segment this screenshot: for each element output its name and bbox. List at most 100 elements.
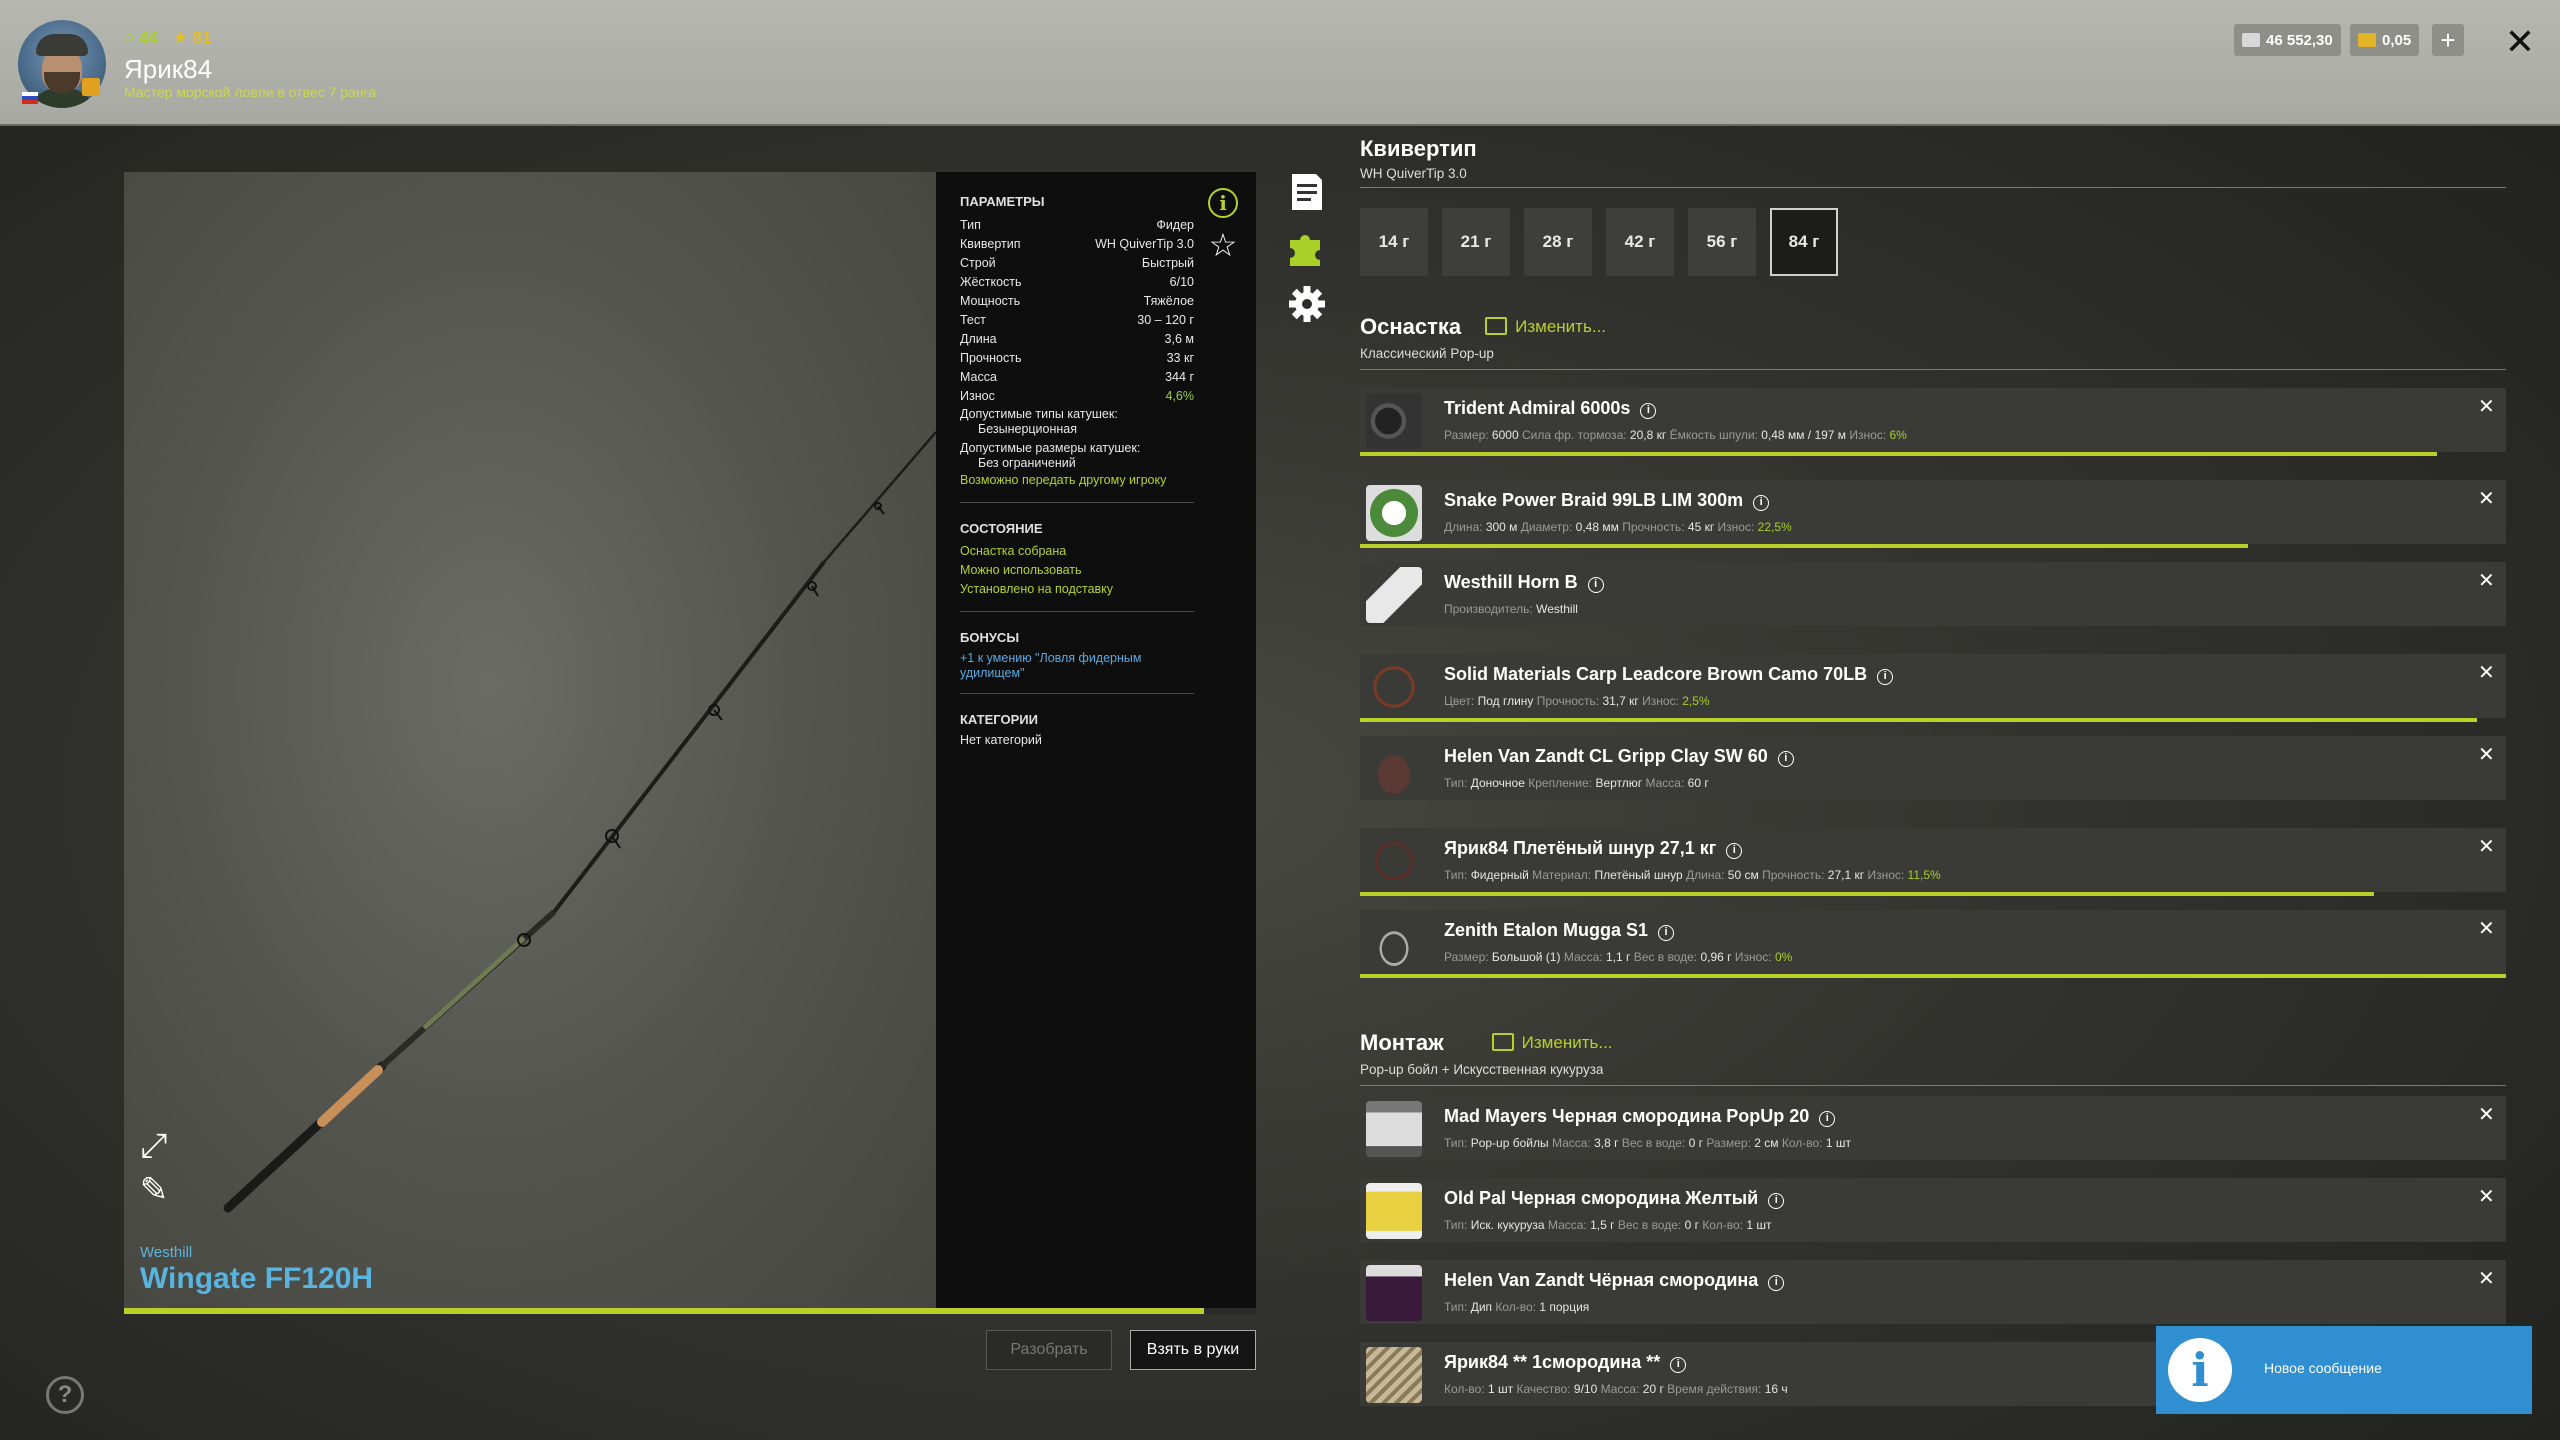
settings-gear-icon[interactable] [1288,284,1326,324]
item-name-text: Ярик84 Плетёный шнур 27,1 кг [1444,838,1717,858]
remove-item-icon[interactable]: ✕ [2478,486,2495,511]
param-row: Прочность 33 кг [960,348,1194,367]
weight-option[interactable]: 42 г [1606,208,1674,276]
remove-item-icon[interactable]: ✕ [2478,834,2495,859]
detail-label: Тип: [1444,1300,1468,1314]
help-button[interactable]: ? [46,1376,84,1414]
item-name-text: Helen Van Zandt CL Gripp Clay SW 60 [1444,746,1768,766]
notes-icon[interactable] [1288,172,1326,212]
item-row[interactable]: Trident Admiral 6000s i Размер: 6000 Сила … [1360,388,2506,456]
detail-label: Кол-во: [1495,1300,1537,1314]
item-name-text: Solid Materials Carp Leadcore Brown Camo… [1444,664,1868,684]
item-info-icon[interactable]: i [1587,577,1604,593]
item-info-icon[interactable]: i [1819,1111,1836,1127]
item-name: Old Pal Черная смородина Желтый i [1444,1188,1785,1209]
gold-coins-icon [2358,33,2376,47]
item-info-icon[interactable]: i [1670,1357,1687,1373]
item-thumbnail [1366,393,1422,449]
param-row: Масса 344 г [960,367,1194,386]
rod-preview[interactable]: ⤢ ✎ Westhill Wingate FF120H [124,172,936,1310]
item-info-icon[interactable]: i [1726,843,1743,859]
detail-label: Тип: [1444,1136,1468,1150]
detail-value: 20 г [1642,1382,1664,1396]
rod-name: Wingate FF120H [140,1262,374,1295]
remove-item-icon[interactable]: ✕ [2478,660,2495,685]
item-details: Размер: Большой (1) Масса: 1,1 г Вес в в… [1444,950,1792,964]
tackle-change-link[interactable]: Изменить... [1485,317,1606,337]
item-info-icon[interactable]: i [1768,1193,1785,1209]
edit-icon [1491,1033,1514,1051]
disassemble-button[interactable]: Разобрать [986,1330,1112,1370]
detail-value: 1 шт [1825,1136,1851,1150]
bonus-title: БОНУСЫ [960,630,1020,645]
gold-balance[interactable]: 0,05 [2350,24,2420,56]
silver-amount: 46 552,30 [2266,31,2333,49]
detail-label: Кол-во: [1702,1218,1743,1232]
exp-level: ○ 44 [124,28,158,47]
item-row[interactable]: Snake Power Braid 99LB LIM 300m i Длина: 3… [1360,480,2506,548]
divider [960,502,1194,503]
item-row[interactable]: Helen Van Zandt CL Gripp Clay SW 60 i Тип:… [1360,736,2506,800]
detail-label: Цвет: [1444,694,1475,708]
remove-item-icon[interactable]: ✕ [2478,568,2495,593]
reel-sizes-label: Допустимые размеры катушек: [960,441,1141,455]
param-value: WH QuiverTip 3.0 [1095,236,1194,251]
item-details: Тип: Фидерный Материал: Плетёный шнур Дл… [1444,868,1941,882]
item-details: Тип: Дип Кол-во: 1 порция [1444,1300,1589,1314]
reel-types: Допустимые типы катушек: Безынерционная [960,407,1232,437]
detail-label: Масса: [1547,1218,1587,1232]
item-info-icon[interactable]: i [1658,925,1675,941]
item-row[interactable]: Old Pal Черная смородина Желтый i Тип: Иск… [1360,1178,2506,1242]
montage-header: Монтаж Изменить... Pop-up бойл + Искусст… [1360,1030,2506,1086]
remove-item-icon[interactable]: ✕ [2478,742,2495,767]
detail-label: Прочность: [1622,520,1685,534]
item-info-icon[interactable]: i [1640,403,1657,419]
weight-option[interactable]: 14 г [1360,208,1428,276]
remove-item-icon[interactable]: ✕ [2478,916,2495,941]
remove-item-icon[interactable]: ✕ [2478,1102,2495,1127]
item-info-icon[interactable]: i [1877,669,1894,685]
remove-item-icon[interactable]: ✕ [2478,1184,2495,1209]
edit-rod-icon[interactable]: ✎ [134,1170,174,1210]
remove-item-icon[interactable]: ✕ [2478,1266,2495,1291]
item-name-text: Trident Admiral 6000s [1444,398,1631,418]
state-item: Можно использовать [960,563,1082,577]
fullscreen-icon[interactable]: ⤢ [134,1126,174,1166]
item-row[interactable]: Mad Mayers Черная смородина PopUp 20 i Тип… [1360,1096,2506,1160]
item-details: Цвет: Под глину Прочность: 31,7 кг Износ… [1444,694,1710,708]
weight-option[interactable]: 84 г [1770,208,1838,276]
player-name: Ярик84 [124,54,213,84]
item-details: Тип: Pop-up бойлы Масса: 3,8 г Вес в вод… [1444,1136,1851,1150]
item-info-icon[interactable]: i [1753,495,1770,511]
param-label: Квивертип [960,236,1021,251]
item-row[interactable]: Zenith Etalon Mugga S1 i Размер: Большой (… [1360,910,2506,978]
weight-option[interactable]: 56 г [1688,208,1756,276]
info-icon[interactable]: i [1208,188,1238,218]
favorite-star-icon[interactable]: ☆ [1206,228,1240,262]
avatar-hat [36,34,88,56]
take-in-hands-button[interactable]: Взять в руки [1130,1330,1256,1370]
item-row[interactable]: Ярик84 Плетёный шнур 27,1 кг i Тип: Фидерн… [1360,828,2506,896]
param-row: Износ 4,6% [960,386,1194,405]
close-button[interactable]: ✕ [2500,22,2540,62]
param-label: Масса [960,369,997,384]
notification-toast[interactable]: i Новое сообщение [2156,1326,2532,1414]
detail-label: Масса: [1551,1136,1591,1150]
item-info-icon[interactable]: i [1777,751,1794,767]
detail-label: Крепление: [1528,776,1593,790]
weight-option[interactable]: 28 г [1524,208,1592,276]
item-name-text: Old Pal Черная смородина Желтый [1444,1188,1759,1208]
item-row[interactable]: Westhill Horn B i Производитель: Westhill … [1360,562,2506,626]
montage-change-link[interactable]: Изменить... [1491,1033,1613,1053]
remove-item-icon[interactable]: ✕ [2478,394,2495,419]
add-currency-button[interactable]: + [2432,24,2464,56]
item-row[interactable]: Solid Materials Carp Leadcore Brown Camo… [1360,654,2506,722]
weight-option[interactable]: 21 г [1442,208,1510,276]
puzzle-icon[interactable] [1288,228,1326,268]
detail-label: Масса: [1645,776,1685,790]
item-row[interactable]: Helen Van Zandt Чёрная смородина i Тип: Ди… [1360,1260,2506,1324]
params-title: ПАРАМЕТРЫ [960,194,1045,209]
item-info-icon[interactable]: i [1768,1275,1785,1291]
detail-value: 1,5 г [1590,1218,1615,1232]
silver-balance[interactable]: 46 552,30 [2234,24,2341,56]
